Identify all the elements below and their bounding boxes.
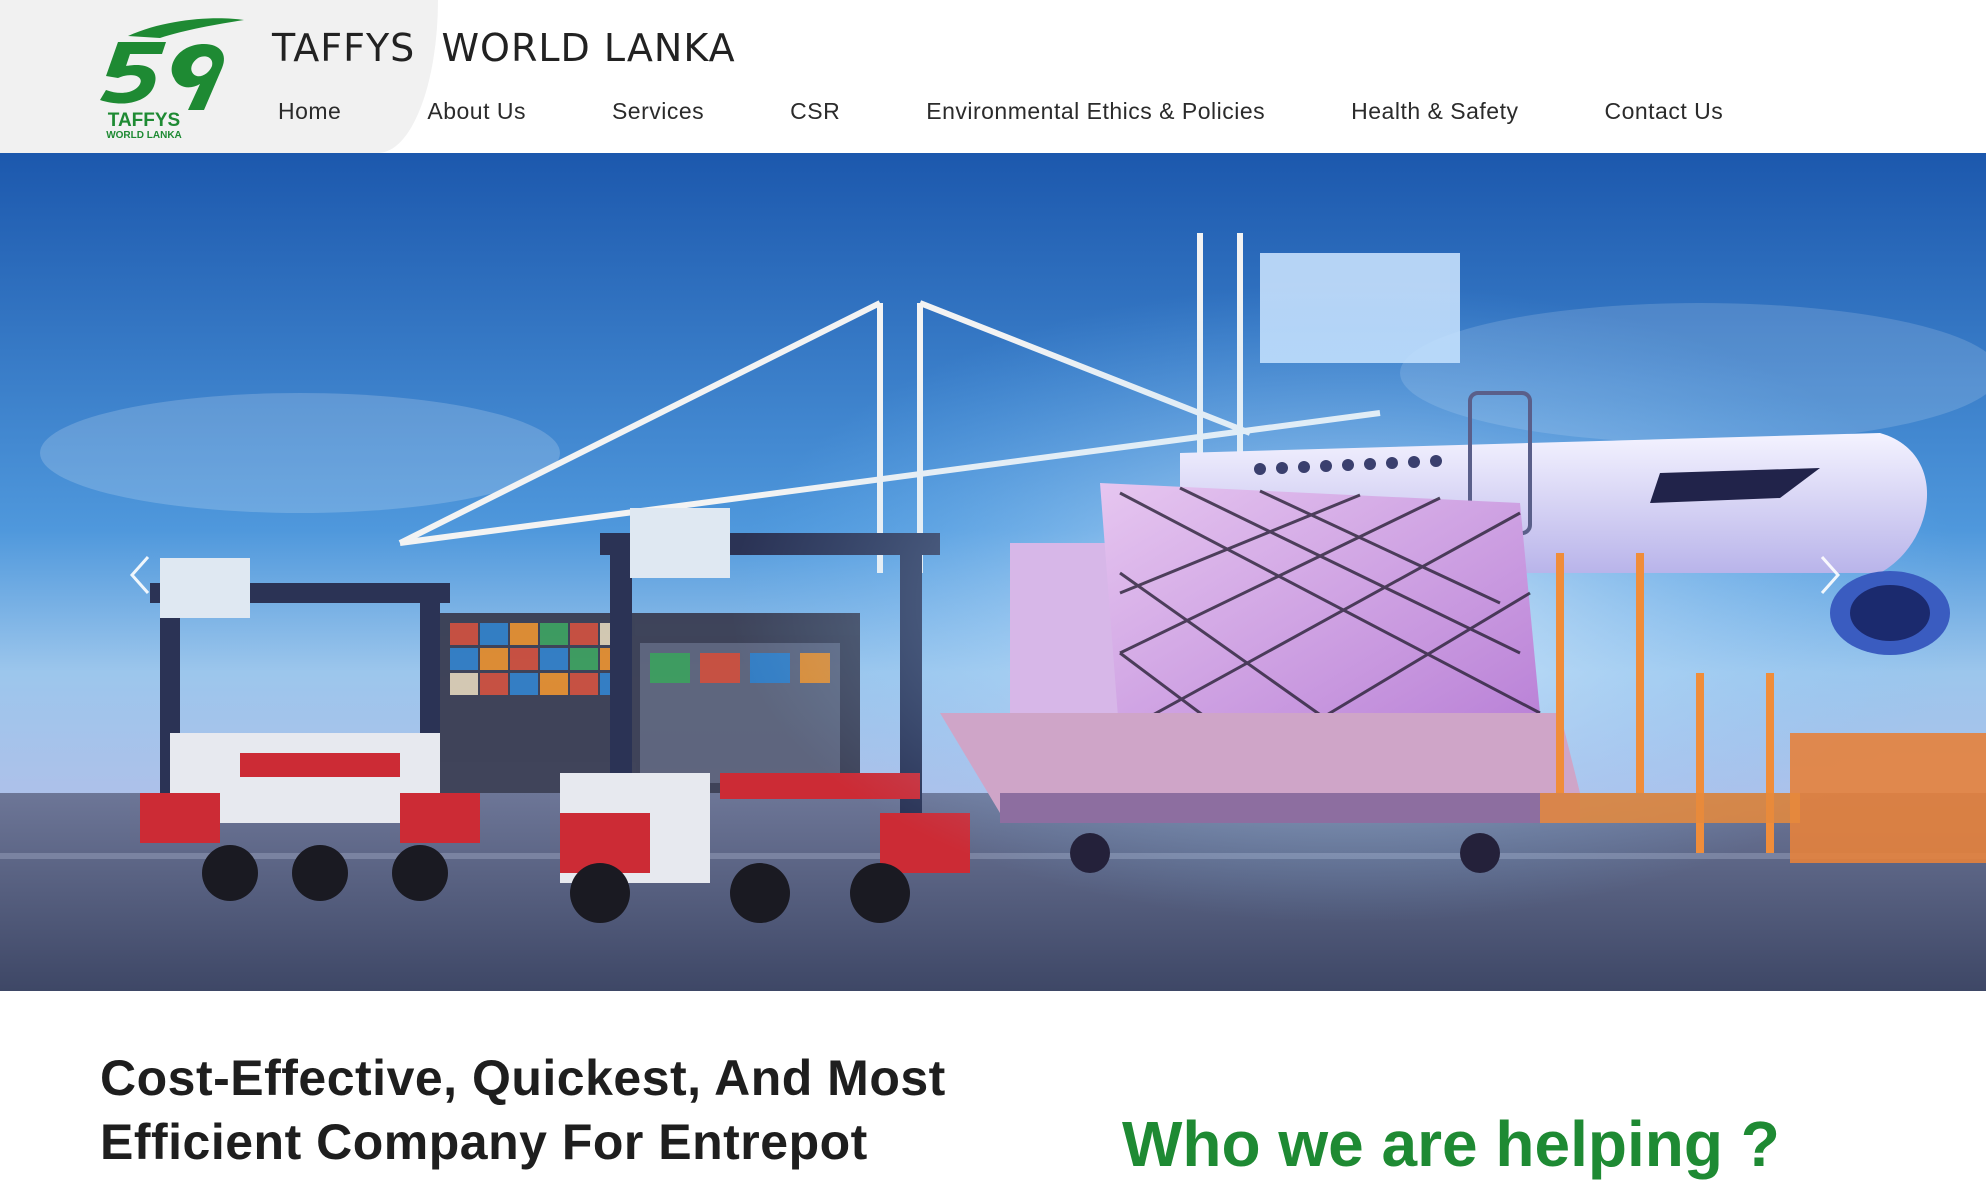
company-logo[interactable]: TAFFYS WORLD LANKA: [88, 14, 248, 139]
logo-sub: WORLD LANKA: [106, 130, 182, 139]
chevron-left-icon: [129, 556, 150, 594]
nav-item-contact-us[interactable]: Contact Us: [1604, 98, 1723, 125]
helping-heading: Who we are helping ?: [1122, 1108, 1780, 1180]
nav-item-services[interactable]: Services: [612, 98, 704, 125]
nav-item-csr[interactable]: CSR: [790, 98, 840, 125]
slider-prev-button[interactable]: [128, 553, 168, 613]
main-nav: Home About Us Services CSR Environmental…: [278, 93, 1723, 129]
hero-slider: [0, 153, 1986, 991]
brand-title: TAFFYS WORLD LANKA: [272, 26, 736, 70]
nav-item-home[interactable]: Home: [278, 98, 341, 125]
logo-name: TAFFYS: [108, 110, 180, 131]
nav-item-environmental-ethics[interactable]: Environmental Ethics & Policies: [926, 98, 1265, 125]
nav-item-about-us[interactable]: About Us: [427, 98, 526, 125]
slider-next-button[interactable]: [1818, 553, 1858, 613]
chevron-right-icon: [1820, 556, 1841, 594]
hero-image: [0, 153, 1986, 991]
nav-item-health-safety[interactable]: Health & Safety: [1351, 98, 1518, 125]
site-header: TAFFYS WORLD LANKA TAFFYS WORLD LANKA Ho…: [0, 0, 1986, 153]
intro-heading: Cost-Effective, Quickest, And Most Effic…: [100, 1050, 946, 1170]
